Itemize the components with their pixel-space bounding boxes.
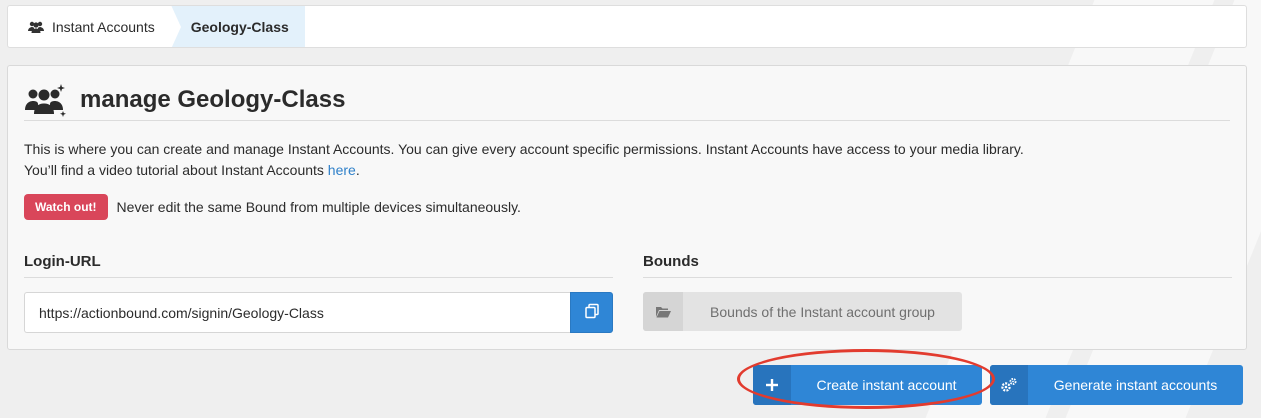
generate-instant-accounts-label: Generate instant accounts (1053, 377, 1218, 393)
copy-url-button[interactable] (570, 292, 613, 333)
description: This is where you can create and manage … (24, 139, 1024, 181)
bounds-label: Bounds (643, 253, 1232, 278)
group-bounds-button[interactable]: Bounds of the Instant account group (643, 292, 962, 331)
description-line-2: You’ll find a video tutorial about Insta… (24, 160, 1024, 181)
warning-text: Never edit the same Bound from multiple … (116, 199, 521, 215)
login-url-group (24, 292, 613, 333)
create-instant-account-button[interactable]: Create instant account (753, 365, 982, 405)
breadcrumb: Instant Accounts Geology-Class (7, 5, 1247, 48)
warning-badge: Watch out! (24, 194, 108, 220)
manage-group-card: manage Geology-Class This is where you c… (7, 65, 1247, 350)
users-icon (28, 21, 44, 33)
card-header: manage Geology-Class (24, 80, 1230, 121)
tutorial-link[interactable]: here (328, 162, 356, 178)
folder-open-icon (643, 292, 683, 331)
breadcrumb-label: Instant Accounts (52, 18, 155, 35)
generate-instant-accounts-button[interactable]: Generate instant accounts (990, 365, 1243, 405)
description-line-1: This is where you can create and manage … (24, 141, 1024, 157)
breadcrumb-item-instant-accounts[interactable]: Instant Accounts (8, 6, 181, 47)
page-title: manage Geology-Class (80, 86, 346, 113)
create-instant-account-label: Create instant account (816, 377, 957, 393)
warning-row: Watch out! Never edit the same Bound fro… (24, 194, 521, 220)
breadcrumb-separator (170, 6, 181, 47)
group-bounds-label: Bounds of the Instant account group (710, 303, 935, 320)
login-url-input[interactable] (24, 292, 570, 333)
users-group-icon (24, 83, 66, 117)
plus-icon (753, 365, 791, 405)
description-text: You’ll find a video tutorial about Insta… (24, 162, 328, 178)
description-punctuation: . (355, 162, 360, 178)
copy-icon (584, 303, 600, 322)
login-url-label: Login-URL (24, 253, 613, 278)
gears-icon (990, 365, 1028, 405)
breadcrumb-label: Geology-Class (190, 18, 289, 35)
breadcrumb-item-geology-class[interactable]: Geology-Class (170, 6, 305, 47)
